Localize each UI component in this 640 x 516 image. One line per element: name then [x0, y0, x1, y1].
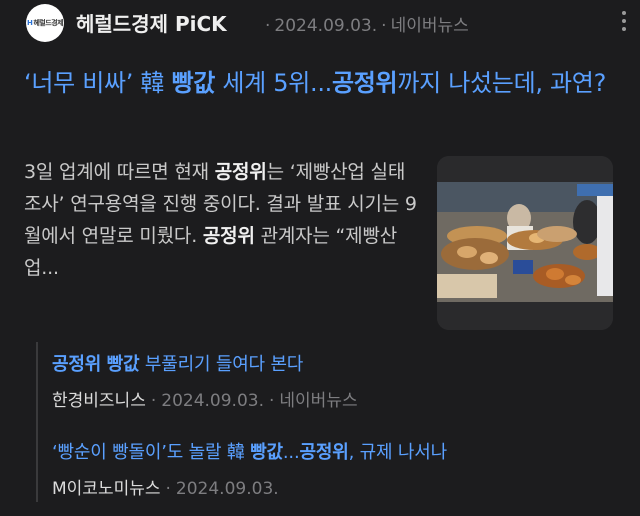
related-date: 2024.09.03. [175, 479, 279, 499]
related-articles: 공정위 빵값 부풀리기 들여다 본다 한경비즈니스 · 2024.09.03. · 네이… [36, 342, 626, 502]
article-meta: · 2024.09.03. · 네이버뉴스 [265, 16, 469, 36]
related-title[interactable]: ‘빵순이 빵돌이’도 놀랄 韓 빵값...공정위, 규제 나서나 [52, 438, 447, 464]
article-thumbnail[interactable] [437, 156, 613, 330]
news-header: H 헤럴드경제 헤럴드경제 PiCK · 2024.09.03. · 네이버뉴스 [24, 0, 626, 46]
press-logo[interactable]: H 헤럴드경제 [26, 4, 64, 42]
related-source: 한경비즈니스 [52, 391, 146, 411]
related-meta: M이코노미뉴스 · 2024.09.03. [52, 479, 279, 499]
article-source: 네이버뉴스 [390, 16, 469, 36]
more-vertical-icon[interactable] [614, 6, 634, 36]
article-title[interactable]: ‘너무 비싸’ 韓 빵값 세계 5위...공정위까지 나섰는데, 과연? [24, 64, 624, 102]
article-summary[interactable]: 3일 업계에 따르면 현재 공정위는 ‘제빵산업 실태 조사’ 연구용역을 진행… [24, 156, 424, 284]
related-item[interactable]: 공정위 빵값 부풀리기 들여다 본다 한경비즈니스 · 2024.09.03. · 네이… [52, 350, 358, 411]
related-title[interactable]: 공정위 빵값 부풀리기 들여다 본다 [52, 350, 358, 376]
article-date: 2024.09.03. [274, 16, 378, 36]
related-platform: 네이버뉴스 [279, 391, 358, 411]
related-item[interactable]: ‘빵순이 빵돌이’도 놀랄 韓 빵값...공정위, 규제 나서나 M이코노미뉴스… [52, 438, 447, 499]
related-source: M이코노미뉴스 [52, 479, 161, 499]
press-name[interactable]: 헤럴드경제 PiCK [76, 8, 227, 37]
related-date: 2024.09.03. [161, 391, 264, 411]
bakery-display-photo [437, 156, 613, 330]
related-meta: 한경비즈니스 · 2024.09.03. · 네이버뉴스 [52, 391, 358, 411]
